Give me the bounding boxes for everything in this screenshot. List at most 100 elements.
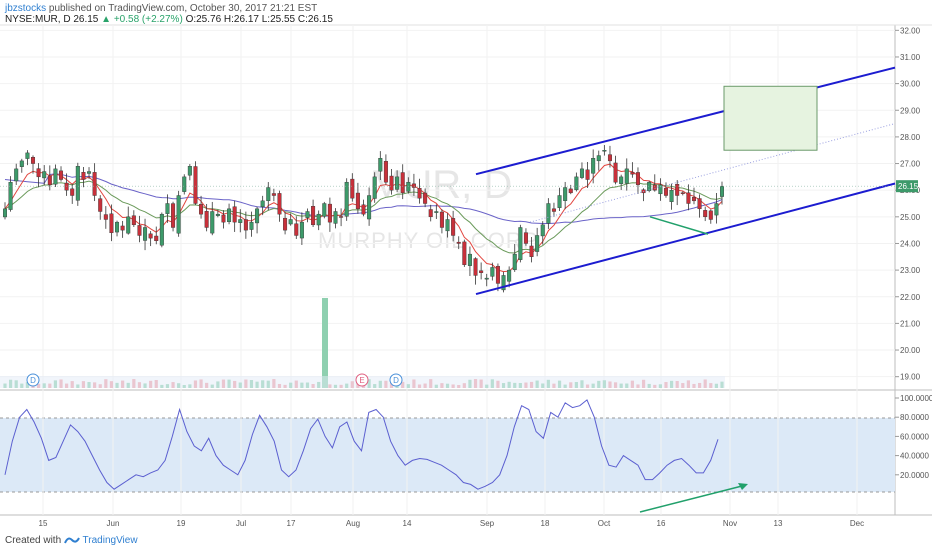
candle-body: [333, 211, 338, 224]
candle-body: [529, 245, 534, 257]
candle-body: [663, 187, 668, 196]
time-tick-label: 16: [657, 519, 666, 528]
candle-body: [395, 176, 400, 190]
candle-body: [227, 208, 232, 222]
candle-body: [232, 206, 237, 223]
candle-body: [350, 178, 355, 199]
price-tick-label: 31.00: [900, 53, 921, 62]
candle-body: [305, 211, 310, 218]
candle-body: [316, 213, 321, 226]
candle-body: [59, 170, 64, 180]
candle-body: [507, 269, 512, 282]
time-tick-label: 18: [541, 519, 550, 528]
publisher-username[interactable]: jbzstocks: [5, 3, 46, 14]
candle-body: [288, 219, 293, 225]
candle-body: [540, 224, 545, 237]
candle-body: [238, 219, 243, 223]
candle-body: [635, 172, 640, 186]
candle-body: [518, 227, 523, 260]
candle-body: [456, 241, 461, 244]
candle-body: [131, 215, 136, 226]
candle-body: [479, 270, 484, 273]
candle-body: [439, 211, 444, 228]
candle-body: [327, 203, 332, 223]
candle-body: [19, 160, 24, 167]
event-marker-label: E: [359, 376, 364, 385]
candle-body: [697, 198, 702, 210]
candle-body: [81, 172, 86, 180]
price-pane: [0, 25, 895, 390]
candle-body: [367, 195, 372, 220]
candle-body: [563, 187, 568, 201]
candle-body: [372, 176, 377, 199]
candle-body: [260, 200, 265, 208]
stoch-tick-label: 60.0000: [900, 432, 929, 441]
candle-body: [355, 192, 360, 210]
event-marker-label: D: [393, 376, 399, 385]
candle-body: [42, 171, 47, 179]
candle-body: [607, 154, 612, 162]
time-tick-label: Dec: [850, 519, 864, 528]
candle-body: [215, 213, 220, 216]
time-tick-label: 15: [39, 519, 48, 528]
candle-body: [579, 168, 584, 178]
candle-body: [103, 214, 108, 220]
candle-body: [199, 203, 204, 215]
candle-body: [686, 192, 691, 204]
stoch-tick-label: 100.0000: [900, 394, 932, 403]
candle-body: [154, 235, 159, 242]
candle-body: [322, 203, 327, 217]
publish-line: jbzstocks published on TradingView.com, …: [5, 3, 317, 14]
chart: MUR, D MURPHY OIL CORP DED 32.0031.0030.…: [0, 24, 932, 528]
candle-body: [434, 211, 439, 213]
candle-body: [484, 277, 489, 280]
candle-body: [451, 218, 456, 236]
price-tick-label: 29.00: [900, 106, 921, 115]
candle-body: [137, 225, 142, 236]
candle-body: [551, 208, 556, 212]
time-tick-label: Oct: [598, 519, 611, 528]
candle-body: [417, 187, 422, 199]
candle-body: [602, 150, 607, 152]
candle-body: [378, 158, 383, 172]
footer: Created with TradingView: [5, 535, 138, 546]
target-zone-box[interactable]: [723, 85, 818, 151]
stoch-band: [0, 418, 895, 492]
candle-body: [574, 176, 579, 191]
candle-body: [624, 168, 629, 184]
candle-body: [361, 204, 366, 215]
time-tick-label: 17: [287, 519, 296, 528]
price-tick-label: 30.00: [900, 80, 921, 89]
candle-body: [36, 168, 41, 178]
candle-body: [70, 188, 75, 196]
candle-body: [680, 192, 685, 194]
price-tick-label: 21.00: [900, 319, 921, 328]
candle-body: [182, 176, 187, 192]
time-tick-label: Jul: [236, 519, 246, 528]
candle-body: [445, 219, 450, 232]
symbol-line: NYSE:MUR, D 26.15 ▲ +0.58 (+2.27%) O:25.…: [5, 14, 333, 25]
candle-body: [221, 214, 226, 223]
candle-body: [523, 232, 528, 244]
candle-body: [271, 193, 276, 196]
candle-body: [176, 195, 181, 234]
candle-body: [294, 223, 299, 236]
publish-text: published on TradingView.com, October 30…: [48, 3, 318, 14]
candle-body: [473, 258, 478, 276]
candle-body: [159, 213, 164, 246]
candle-body: [14, 168, 19, 182]
candle-body: [467, 253, 472, 266]
stoch-tick-label: 40.0000: [900, 452, 929, 461]
tradingview-logo-icon: [64, 537, 80, 544]
volume-spike-bar: [322, 298, 328, 388]
candle-body: [423, 192, 428, 204]
candle-body: [165, 203, 170, 214]
candle-body: [630, 172, 635, 175]
tradingview-link[interactable]: TradingView: [83, 535, 138, 546]
candle-body: [596, 155, 601, 162]
candle-body: [557, 195, 562, 208]
candle-body: [115, 221, 120, 233]
candle-body: [47, 175, 52, 186]
candle-body: [703, 210, 708, 218]
candle-body: [406, 181, 411, 192]
